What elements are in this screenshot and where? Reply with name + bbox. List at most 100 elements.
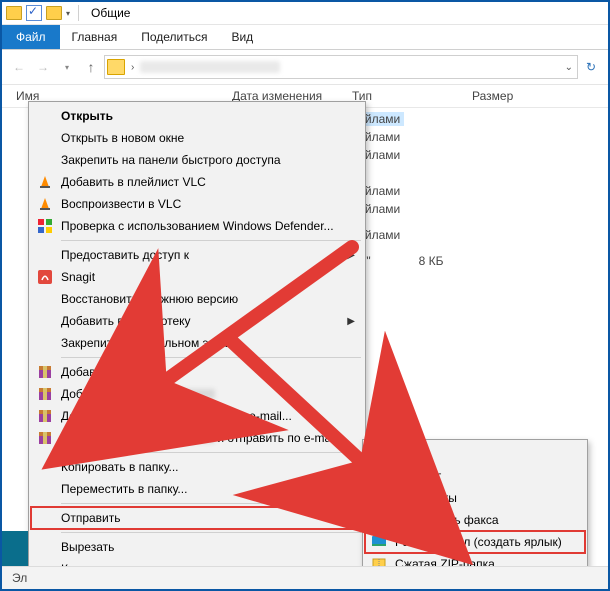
- sidebar-edge: [2, 531, 28, 567]
- nav-recent-icon[interactable]: ▾: [56, 56, 78, 78]
- folder-icon: [6, 5, 22, 21]
- col-type[interactable]: Тип: [352, 89, 472, 103]
- menu-item-label: Snagit: [61, 270, 95, 284]
- submenu-item-label: Рабочий стол (создать ярлык): [395, 535, 562, 549]
- address-dropdown-icon[interactable]: ⌄: [563, 62, 575, 73]
- ribbon-file[interactable]: Файл: [2, 25, 60, 49]
- menu-item[interactable]: Воспроизвести в VLC: [31, 193, 363, 215]
- status-bar: Эл: [2, 566, 608, 589]
- chevron-right-icon: ▶: [347, 316, 355, 327]
- qat-options-icon[interactable]: ▾: [66, 9, 70, 18]
- menu-item-label: Отправить: [61, 511, 121, 525]
- rar-icon: [37, 386, 53, 402]
- desktop-icon: [371, 534, 387, 550]
- rar-icon: [37, 364, 53, 380]
- menu-item-label: Добавить в архив: [61, 387, 159, 401]
- menu-item-label: Воспроизвести в VLC: [61, 197, 181, 211]
- menu-item-label: Добавить в архив...: [61, 365, 169, 379]
- ribbon-tab-share[interactable]: Поделиться: [129, 25, 219, 49]
- menu-item[interactable]: Восстановить прежнюю версию: [31, 288, 363, 310]
- nav-back-icon[interactable]: ←: [8, 56, 30, 78]
- submenu-item-label: Адресат: [395, 469, 441, 483]
- snagit-icon: [37, 269, 53, 285]
- menu-separator: [61, 503, 361, 504]
- navbar: ← → ▾ ↑ › ⌄ ↻: [2, 50, 608, 85]
- chevron-right-icon[interactable]: ›: [129, 62, 136, 73]
- menu-item-label: Добавить в библиотеку: [61, 314, 191, 328]
- ribbon-tab-view[interactable]: Вид: [219, 25, 265, 49]
- redacted-text: [161, 389, 215, 399]
- rar-icon: [37, 430, 53, 446]
- menu-item[interactable]: Snagit: [31, 266, 363, 288]
- redacted-text: [161, 433, 215, 443]
- separator: [78, 5, 79, 21]
- menu-item[interactable]: Вырезать: [31, 536, 363, 558]
- menu-item[interactable]: Открыть в новом окне: [31, 127, 363, 149]
- chevron-right-icon: ▶: [347, 513, 355, 524]
- menu-separator: [61, 452, 361, 453]
- submenu-item[interactable]: Адресат: [365, 465, 585, 487]
- menu-item-label: Вырезать: [61, 540, 114, 554]
- menu-item-label: Проверка с использованием Windows Defend…: [61, 219, 334, 233]
- refresh-icon[interactable]: ↻: [580, 60, 602, 74]
- fax-icon: [371, 512, 387, 528]
- titlebar: ▾ Общие: [2, 2, 608, 25]
- ribbon: Файл Главная Поделиться Вид: [2, 25, 608, 50]
- rar-icon: [37, 408, 53, 424]
- submenu-item[interactable]: Рабочий стол (создать ярлык): [365, 531, 585, 553]
- menu-separator: [61, 532, 361, 533]
- submenu-item[interactable]: Документы: [365, 487, 585, 509]
- menu-item[interactable]: Добавить в архив и отправить по e-mail: [31, 427, 363, 449]
- nav-up-icon[interactable]: ↑: [80, 56, 102, 78]
- menu-item[interactable]: Добавить в архив и отправить по e-mail..…: [31, 405, 363, 427]
- col-size[interactable]: Размер: [472, 89, 570, 103]
- menu-item[interactable]: Открыть: [31, 105, 363, 127]
- menu-item[interactable]: Проверка с использованием Windows Defend…: [31, 215, 363, 237]
- context-menu: Открыть Открыть в новом окне Закрепить на …: [28, 101, 366, 591]
- submenu-item-label: Viber: [395, 447, 423, 461]
- menu-item-label: Открыть в новом окне: [61, 131, 184, 145]
- submenu-item-label: Документы: [395, 491, 457, 505]
- defender-icon: [37, 218, 53, 234]
- folder-icon: [107, 59, 125, 75]
- address-bar[interactable]: › ⌄: [104, 55, 578, 79]
- menu-separator: [61, 357, 361, 358]
- menu-item[interactable]: Добавить в библиотеку ▶: [31, 310, 363, 332]
- nav-forward-icon[interactable]: →: [32, 56, 54, 78]
- vlc-icon: [37, 174, 53, 190]
- menu-item[interactable]: Предоставить доступ к ▶: [31, 244, 363, 266]
- menu-item[interactable]: Добавить в архив: [31, 383, 363, 405]
- viber-icon: [371, 446, 387, 462]
- menu-item[interactable]: Добавить в плейлист VLC: [31, 171, 363, 193]
- address-path: [140, 61, 280, 73]
- menu-item[interactable]: Копировать в папку...: [31, 456, 363, 478]
- chevron-right-icon: ▶: [347, 250, 355, 261]
- mail-icon: [371, 468, 387, 484]
- menu-item-label: Копировать в папку...: [61, 460, 179, 474]
- status-text: Эл: [12, 571, 27, 585]
- submenu-item-label: Получатель факса: [395, 513, 499, 527]
- menu-item-label: Восстановить прежнюю версию: [61, 292, 238, 306]
- menu-item[interactable]: Отправить ▶: [31, 507, 363, 529]
- folder-icon: [46, 5, 62, 21]
- menu-item-label: Добавить в архив и отправить по e-mail..…: [61, 409, 292, 423]
- menu-item-label: и отправить по e-mail: [217, 431, 336, 445]
- docs-icon: [371, 490, 387, 506]
- menu-item[interactable]: Закрепить на начальном экране: [31, 332, 363, 354]
- size-cell: 8 КБ: [419, 254, 444, 268]
- menu-item-label: Переместить в папку...: [61, 482, 187, 496]
- qat-checkbox-icon[interactable]: [26, 5, 42, 21]
- menu-item[interactable]: Переместить в папку...: [31, 478, 363, 500]
- menu-item-label: Добавить в плейлист VLC: [61, 175, 206, 189]
- vlc-icon: [37, 196, 53, 212]
- menu-item-label: Закрепить на начальном экране: [61, 336, 241, 350]
- menu-item-label: Предоставить доступ к: [61, 248, 189, 262]
- submenu-item[interactable]: Получатель факса: [365, 509, 585, 531]
- menu-item[interactable]: Закрепить на панели быстрого доступа: [31, 149, 363, 171]
- menu-item[interactable]: Добавить в архив...: [31, 361, 363, 383]
- menu-separator: [61, 240, 361, 241]
- ribbon-tab-home[interactable]: Главная: [60, 25, 130, 49]
- window-title: Общие: [87, 6, 130, 20]
- menu-item-label: Добавить в архив: [61, 431, 159, 445]
- submenu-item[interactable]: Viber: [365, 443, 585, 465]
